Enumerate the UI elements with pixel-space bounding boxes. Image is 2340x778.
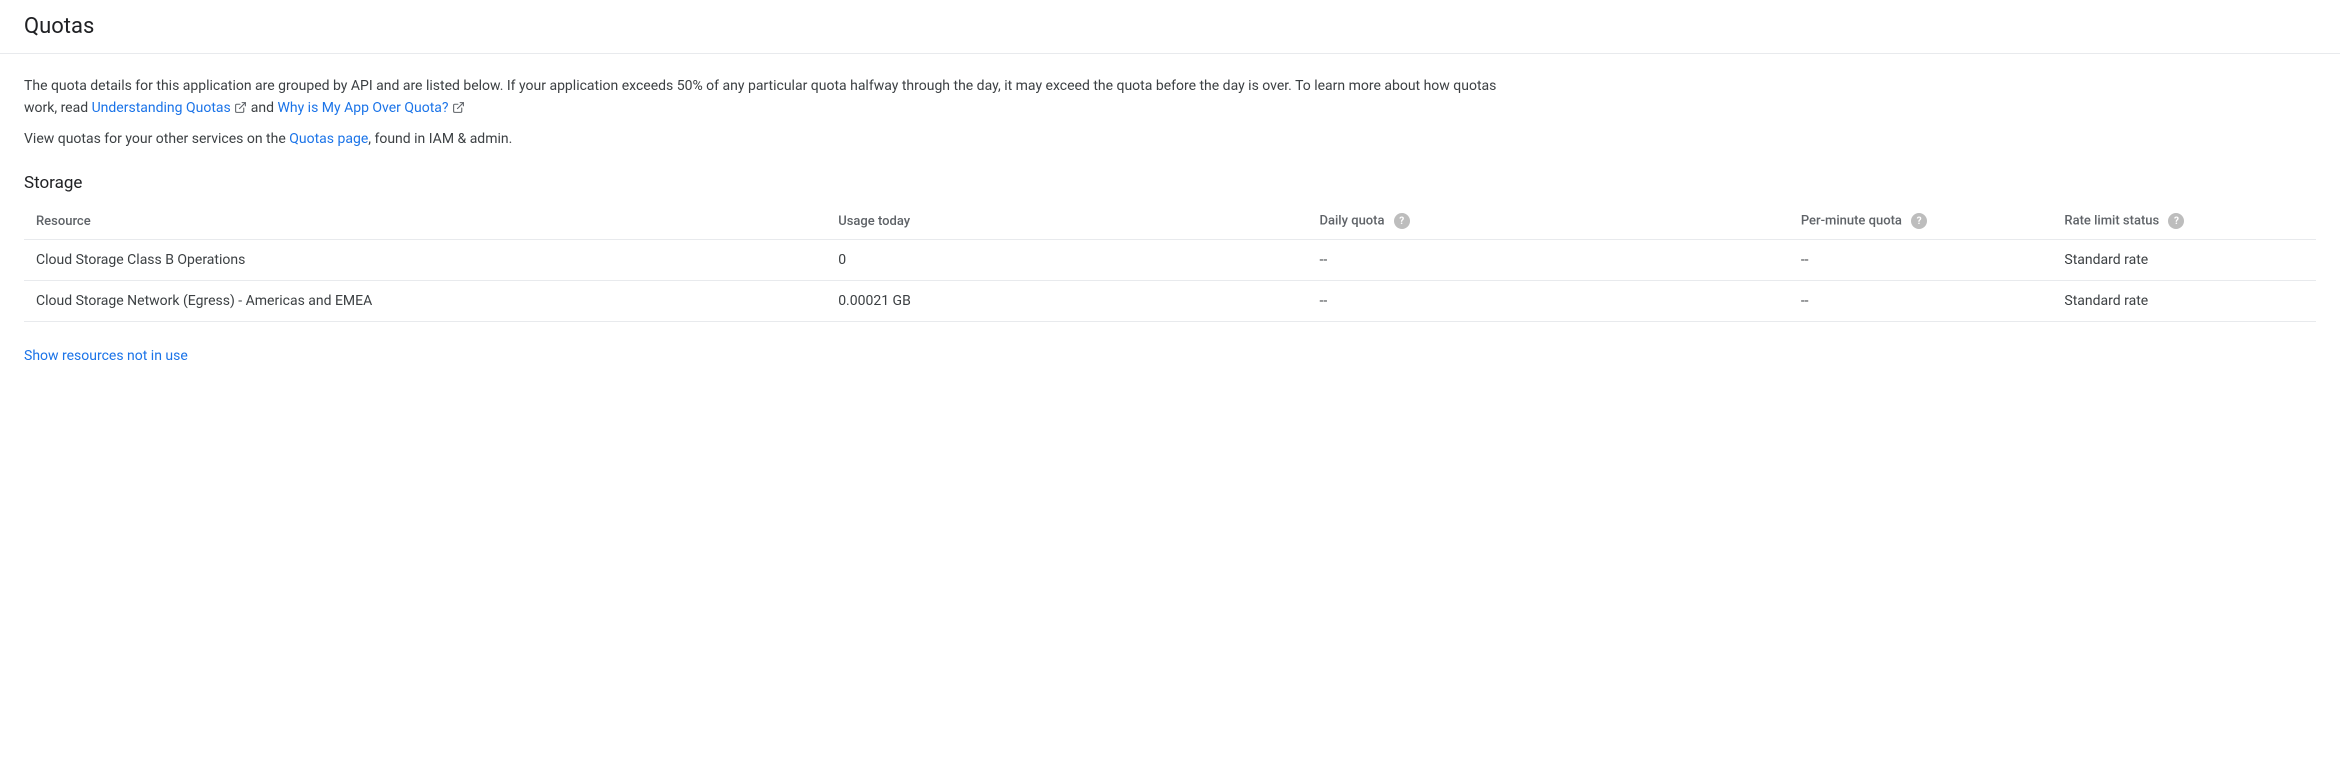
quotas-page-link[interactable]: Quotas page	[289, 131, 368, 147]
quota-table: Resource Usage today Daily quota ? Per-m…	[24, 203, 2316, 322]
help-icon[interactable]: ?	[2168, 213, 2184, 229]
intro-text-between: and	[251, 100, 278, 116]
cell-minute: --	[1789, 240, 2053, 281]
understanding-quotas-link[interactable]: Understanding Quotas	[92, 100, 251, 116]
cell-resource: Cloud Storage Network (Egress) - America…	[24, 281, 826, 322]
understanding-quotas-link-label: Understanding Quotas	[92, 100, 231, 116]
cell-usage: 0	[826, 240, 1307, 281]
page-title: Quotas	[24, 14, 2316, 39]
column-header-resource: Resource	[24, 203, 826, 240]
over-quota-link[interactable]: Why is My App Over Quota?	[277, 100, 465, 116]
external-link-icon	[234, 101, 247, 114]
column-header-daily-label: Daily quota	[1320, 214, 1385, 229]
table-header-row: Resource Usage today Daily quota ? Per-m…	[24, 203, 2316, 240]
over-quota-link-label: Why is My App Over Quota?	[277, 100, 448, 116]
header-bar: Quotas	[0, 0, 2340, 54]
cell-usage: 0.00021 GB	[826, 281, 1307, 322]
column-header-rate: Rate limit status ?	[2052, 203, 2316, 240]
help-icon[interactable]: ?	[1394, 213, 1410, 229]
show-not-in-use-link[interactable]: Show resources not in use	[24, 348, 188, 364]
help-icon[interactable]: ?	[1911, 213, 1927, 229]
intro-text: The quota details for this application a…	[24, 76, 1504, 119]
secondary-text: View quotas for your other services on t…	[24, 129, 2316, 151]
cell-resource: Cloud Storage Class B Operations	[24, 240, 826, 281]
cell-minute: --	[1789, 281, 2053, 322]
column-header-minute-label: Per-minute quota	[1801, 214, 1902, 229]
cell-daily: --	[1308, 240, 1789, 281]
column-header-daily: Daily quota ?	[1308, 203, 1789, 240]
secondary-text-after: , found in IAM & admin.	[368, 131, 512, 147]
column-header-rate-label: Rate limit status	[2064, 214, 2159, 229]
secondary-text-before: View quotas for your other services on t…	[24, 131, 289, 147]
external-link-icon	[452, 101, 465, 114]
table-row: Cloud Storage Network (Egress) - America…	[24, 281, 2316, 322]
column-header-minute: Per-minute quota ?	[1789, 203, 2053, 240]
table-row: Cloud Storage Class B Operations 0 -- --…	[24, 240, 2316, 281]
cell-rate: Standard rate	[2052, 281, 2316, 322]
section-title-storage: Storage	[24, 173, 2316, 193]
cell-rate: Standard rate	[2052, 240, 2316, 281]
column-header-usage: Usage today	[826, 203, 1307, 240]
content-area: The quota details for this application a…	[0, 54, 2340, 386]
cell-daily: --	[1308, 281, 1789, 322]
